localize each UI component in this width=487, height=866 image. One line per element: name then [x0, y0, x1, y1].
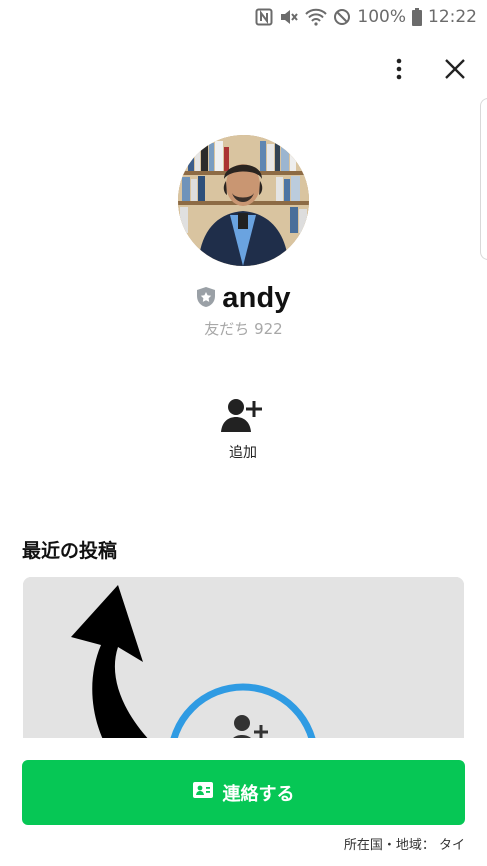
friends-count: 友だち 922 — [204, 320, 283, 338]
mute-icon — [279, 8, 299, 26]
contact-button[interactable]: 連絡する — [22, 760, 465, 825]
more-vert-icon — [396, 58, 402, 84]
battery-text: 100% — [357, 7, 406, 27]
nfc-icon — [255, 8, 273, 26]
shield-star-icon — [196, 286, 216, 312]
profile-name-row: andy — [0, 282, 487, 315]
close-icon — [444, 58, 466, 84]
battery-icon — [412, 8, 422, 26]
contact-button-label: 連絡する — [222, 783, 295, 804]
no-disturb-icon — [333, 8, 351, 26]
avatar[interactable] — [178, 135, 309, 266]
status-icons: 100% 12:22 — [255, 5, 477, 29]
more-options-button[interactable] — [382, 54, 416, 88]
add-friend-label: 追加 — [229, 445, 257, 461]
contact-card-icon — [192, 782, 213, 803]
add-friend-icon — [221, 399, 265, 438]
add-friend-button[interactable]: 追加 — [203, 396, 283, 462]
region-text: 所在国・地域： タイ — [343, 838, 465, 853]
clock: 12:22 — [428, 7, 477, 27]
recent-posts-title: 最近の投稿 — [22, 540, 118, 562]
profile-name: andy — [222, 282, 291, 314]
status-bar: 100% 12:22 — [0, 0, 487, 34]
wifi-icon — [305, 8, 328, 26]
side-panel-handle[interactable] — [480, 98, 487, 260]
close-button[interactable] — [438, 54, 472, 88]
